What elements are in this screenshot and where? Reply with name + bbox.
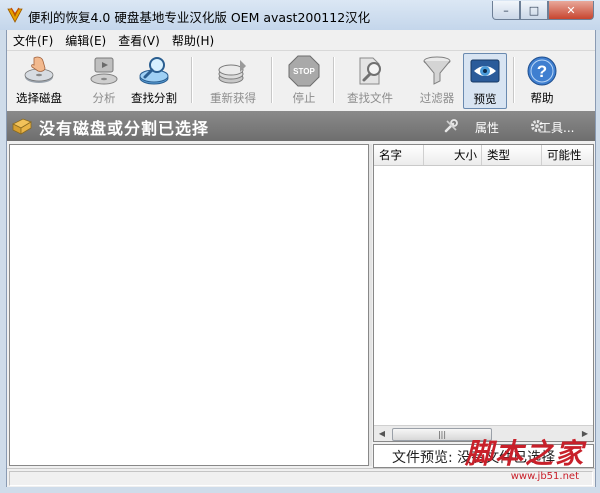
status-banner: 没有磁盘或分割已选择 属性 工具... bbox=[7, 111, 595, 141]
column-probability[interactable]: 可能性 bbox=[542, 145, 593, 165]
menu-bar: 文件(F) 编辑(E) 查看(V) 帮助(H) bbox=[7, 30, 595, 49]
properties-button[interactable]: 属性 bbox=[475, 119, 499, 136]
toolbar-separator bbox=[513, 57, 515, 103]
filter-button[interactable]: 过滤器 bbox=[413, 53, 461, 107]
stop-icon: STOP bbox=[288, 55, 320, 87]
watermark-url: www.jb51.net bbox=[510, 471, 579, 482]
window-title: 便利的恢复4.0 硬盘基地专业汉化版 OEM avast200112汉化 bbox=[28, 10, 371, 25]
properties-tools-icon[interactable] bbox=[443, 118, 459, 134]
toolbar-separator bbox=[191, 57, 193, 103]
recover-icon bbox=[218, 60, 246, 84]
find-file-label: 查找文件 bbox=[347, 91, 393, 105]
analyze-disk-icon bbox=[90, 57, 118, 85]
preview-eye-icon bbox=[470, 59, 500, 83]
preview-button[interactable]: 预览 bbox=[463, 53, 507, 109]
disk-status-icon bbox=[12, 118, 32, 135]
tools-button[interactable]: 工具... bbox=[539, 119, 574, 136]
menu-edit[interactable]: 编辑(E) bbox=[59, 30, 112, 49]
stop-label: 停止 bbox=[292, 91, 316, 105]
window-controls: – □ ✕ bbox=[492, 1, 594, 20]
analyze-button[interactable]: 分析 bbox=[79, 53, 129, 107]
status-field bbox=[9, 471, 593, 486]
find-file-button[interactable]: 查找文件 bbox=[343, 53, 397, 107]
maximize-button[interactable]: □ bbox=[520, 1, 548, 20]
select-disk-button[interactable]: 选择磁盘 bbox=[13, 53, 65, 107]
file-list-pane[interactable]: 名字 大小 类型 可能性 ◀ ||| ▶ bbox=[373, 144, 594, 442]
column-type[interactable]: 类型 bbox=[482, 145, 542, 165]
close-button[interactable]: ✕ bbox=[548, 1, 594, 20]
filter-funnel-icon bbox=[423, 56, 451, 85]
column-size[interactable]: 大小 bbox=[424, 145, 482, 165]
find-partition-icon bbox=[139, 57, 169, 85]
analyze-label: 分析 bbox=[92, 91, 116, 105]
help-label: 帮助 bbox=[530, 91, 554, 105]
scroll-left-arrow[interactable]: ◀ bbox=[374, 427, 390, 441]
find-partition-label: 查找分割 bbox=[131, 91, 177, 105]
main-window: 文件(F) 编辑(E) 查看(V) 帮助(H) 选择磁盘 分析 查找分割 重新获… bbox=[6, 30, 596, 487]
recover-button[interactable]: 重新获得 bbox=[203, 53, 263, 107]
find-partition-button[interactable]: 查找分割 bbox=[127, 53, 181, 107]
help-question-icon: ? bbox=[527, 56, 557, 86]
menu-view[interactable]: 查看(V) bbox=[112, 30, 166, 49]
menu-file[interactable]: 文件(F) bbox=[7, 30, 59, 49]
svg-text:?: ? bbox=[537, 62, 547, 81]
hand-disk-icon bbox=[24, 56, 54, 83]
app-logo-icon bbox=[7, 7, 23, 23]
toolbar-separator bbox=[271, 57, 273, 103]
minimize-button[interactable]: – bbox=[492, 1, 520, 20]
disk-tree-pane[interactable] bbox=[9, 144, 369, 466]
toolbar: 选择磁盘 分析 查找分割 重新获得 STOP 停止 查找文件 过滤器 预览 ? … bbox=[7, 50, 595, 111]
column-name[interactable]: 名字 bbox=[374, 145, 424, 165]
stop-button[interactable]: STOP 停止 bbox=[283, 53, 325, 107]
pane-splitter[interactable] bbox=[369, 144, 372, 466]
menu-help[interactable]: 帮助(H) bbox=[166, 30, 220, 49]
recover-label: 重新获得 bbox=[210, 91, 256, 105]
watermark-brand: 脚本之家 bbox=[464, 437, 585, 470]
toolbar-separator bbox=[333, 57, 335, 103]
preview-label: 预览 bbox=[473, 92, 497, 106]
filter-label: 过滤器 bbox=[419, 91, 455, 105]
select-disk-label: 选择磁盘 bbox=[16, 91, 62, 105]
stop-badge-text: STOP bbox=[293, 67, 315, 76]
watermark: 脚本之家 www.jb51.net bbox=[464, 432, 585, 482]
status-text: 没有磁盘或分割已选择 bbox=[39, 119, 210, 138]
file-list-header: 名字 大小 类型 可能性 bbox=[374, 145, 593, 166]
title-bar[interactable]: 便利的恢复4.0 硬盘基地专业汉化版 OEM avast200112汉化 – □… bbox=[0, 0, 600, 30]
find-file-icon bbox=[359, 57, 381, 85]
help-button[interactable]: ? 帮助 bbox=[521, 53, 563, 107]
